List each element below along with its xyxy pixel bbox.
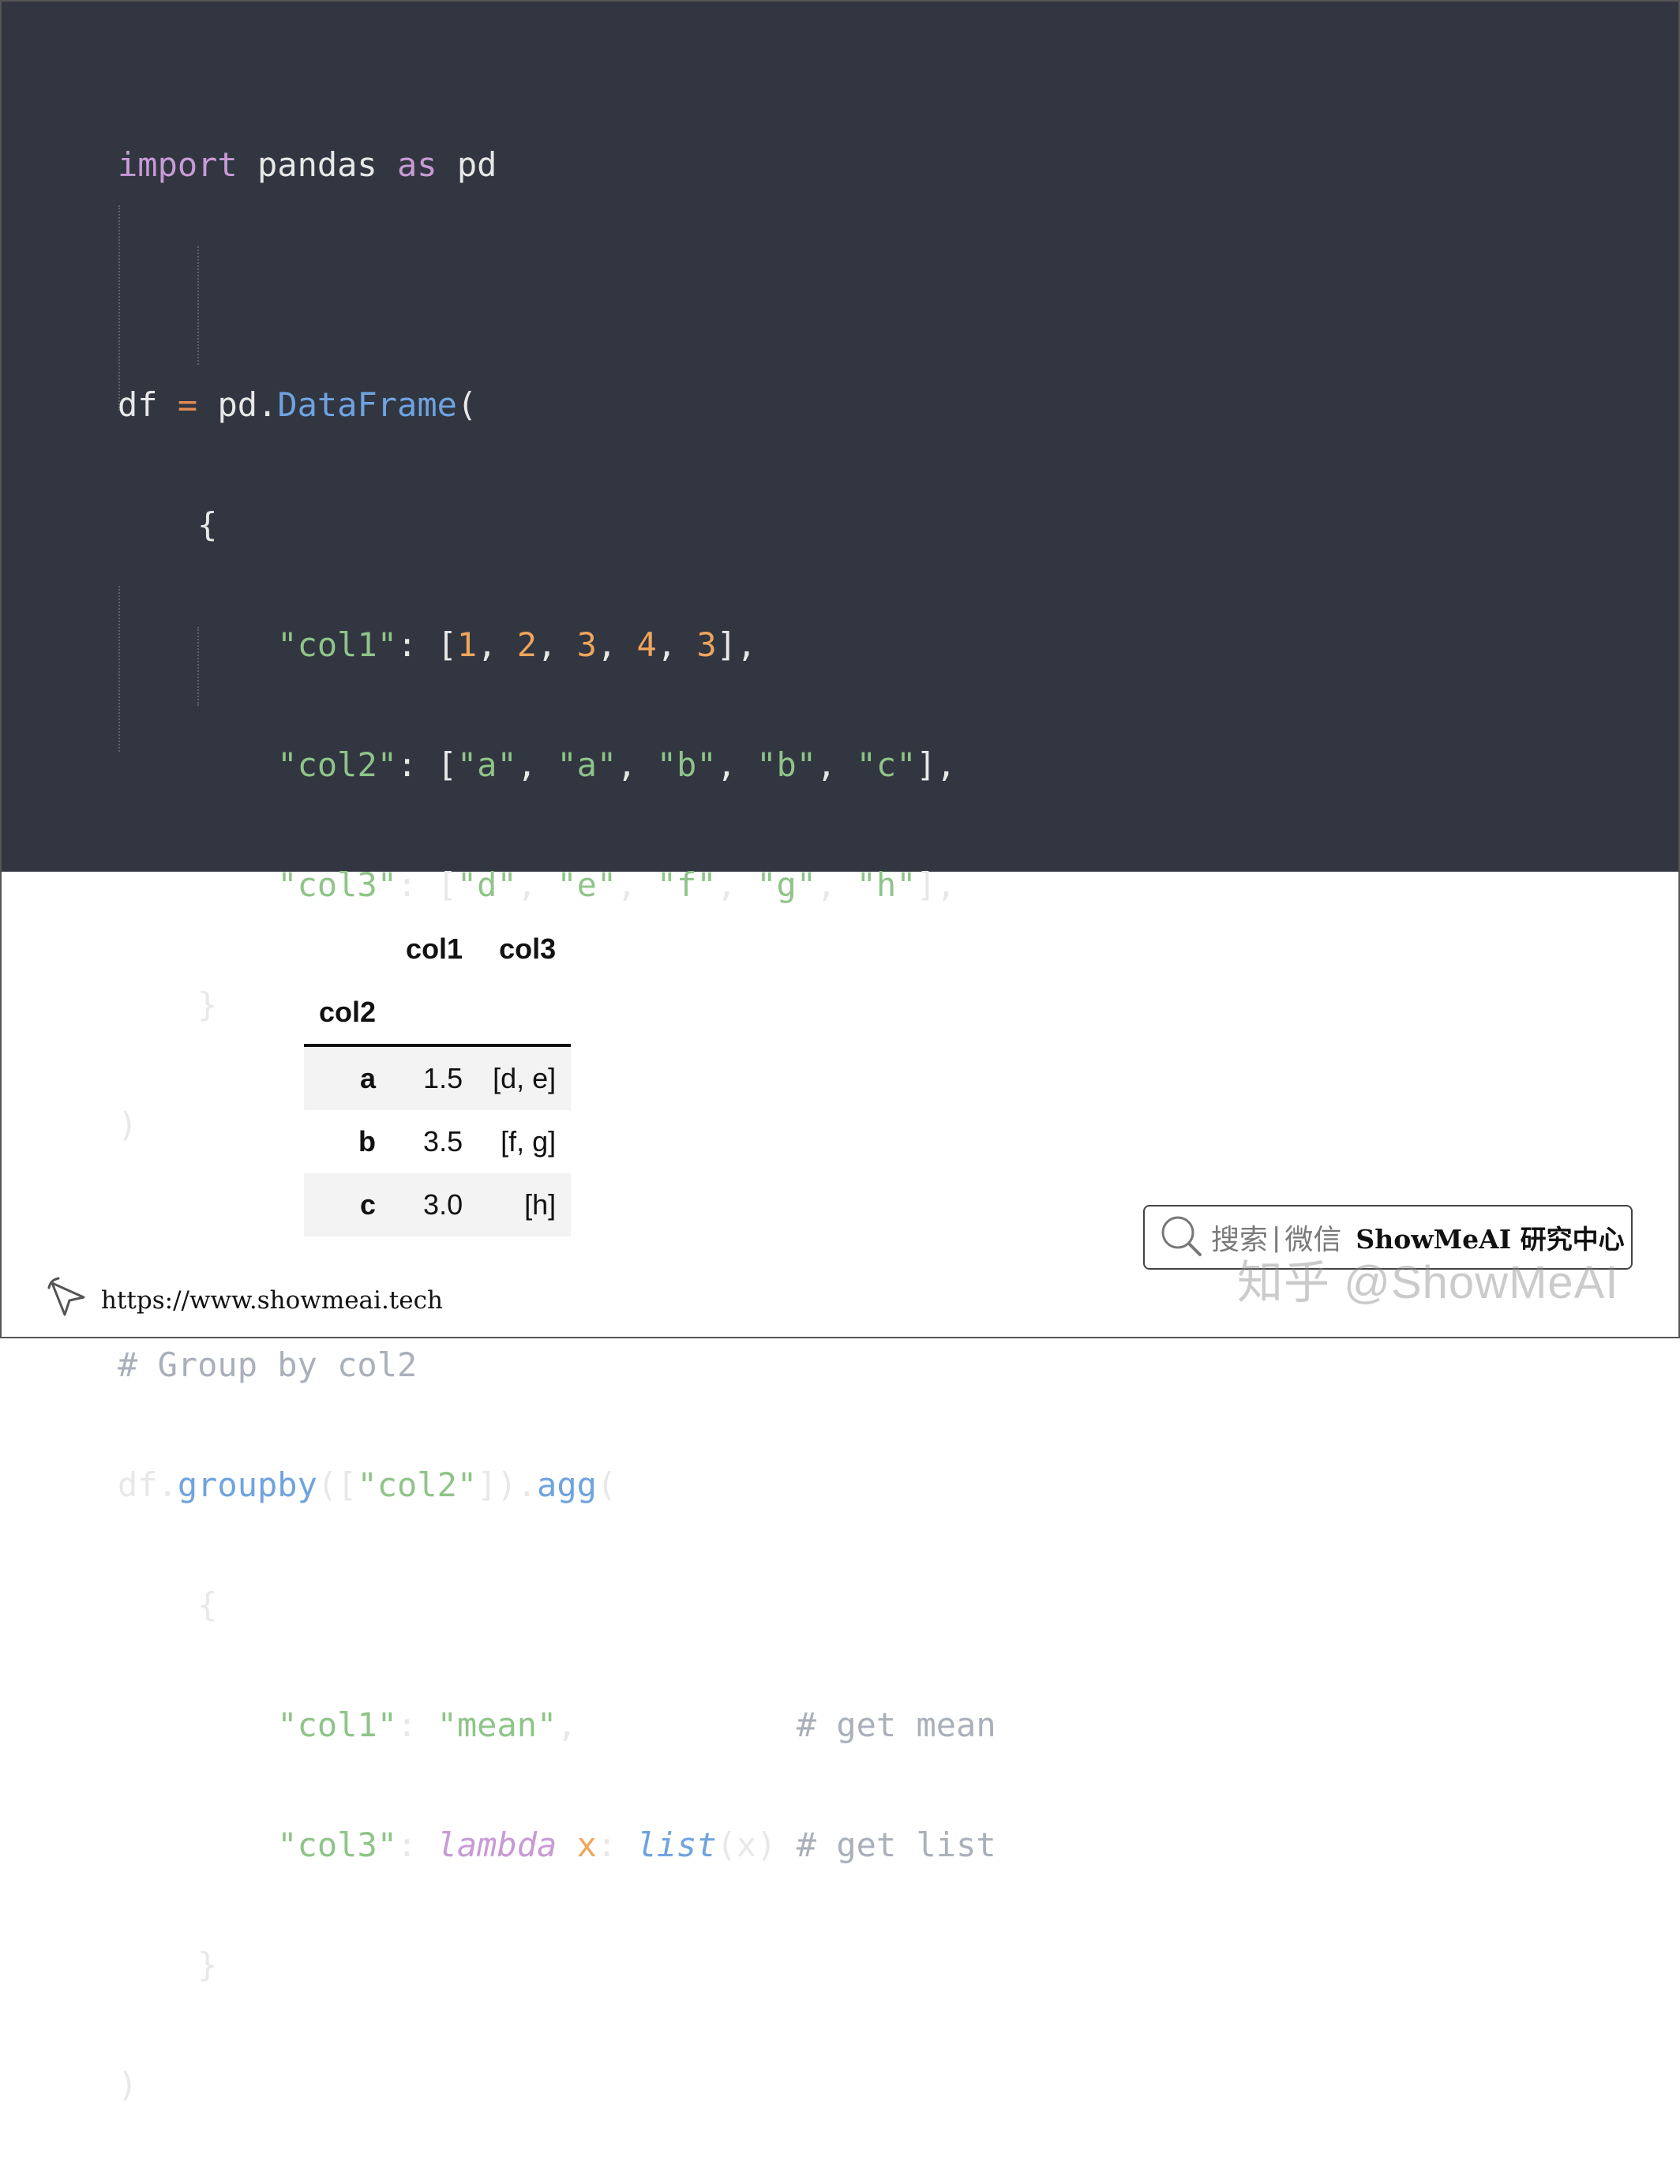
module-name: pandas — [237, 145, 398, 184]
code-line-16: } — [118, 1944, 996, 1987]
search-icon — [1159, 1214, 1203, 1262]
open-brace: { — [197, 1585, 218, 1624]
row-index: c — [360, 1188, 377, 1221]
code-line-17: ) — [118, 2064, 996, 2107]
keyword-as: as — [397, 145, 437, 184]
code-line-14: "col1": "mean", # get mean — [277, 1706, 996, 1744]
groupby-key: "col2" — [357, 1465, 478, 1504]
groupby-open: ([ — [317, 1465, 358, 1504]
index-name: col2 — [319, 996, 377, 1028]
code-line-7: "col3": ["d", "e", "f", "g", "h"], — [277, 865, 957, 904]
code-line-4: { — [118, 504, 996, 546]
agg-call: agg — [537, 1465, 597, 1504]
keyword-import: import — [118, 145, 238, 184]
table-row: b 3.5 [f, g] — [304, 1110, 571, 1173]
code-line-15: "col3": lambda x: list(x) # get list — [277, 1826, 996, 1864]
key-col1: "col1" — [277, 1706, 398, 1744]
key-col3: "col3" — [277, 865, 398, 904]
code-line-13: { — [118, 1584, 996, 1627]
close-paren: ) — [118, 1105, 138, 1144]
colon: : — [397, 1826, 437, 1864]
row-index: b — [358, 1125, 377, 1158]
index-name-blank — [478, 981, 571, 1045]
col2-value: "a" — [557, 745, 617, 784]
cell-col1: 3.5 — [423, 1125, 463, 1158]
col1-value: 3 — [696, 625, 717, 664]
code-line-11: # Group by col2 — [118, 1344, 996, 1387]
key-col3: "col3" — [277, 1826, 398, 1864]
assign-op: = — [177, 385, 198, 424]
key-col1: "col1" — [277, 625, 398, 664]
col3-value: "e" — [557, 865, 617, 904]
header-col1: col1 — [406, 933, 463, 965]
code-line-1: import pandas as pd — [118, 144, 996, 186]
col2-value: "b" — [756, 745, 817, 784]
open-paren: ( — [456, 385, 478, 424]
code-line-3: df = pd.DataFrame( — [118, 384, 996, 426]
col3-value: "d" — [456, 865, 517, 904]
col1-value: 3 — [576, 625, 597, 664]
close-paren: ) — [118, 2066, 138, 2104]
list-builtin: list — [636, 1826, 717, 1864]
code-line-12: df.groupby(["col2"]).agg( — [118, 1464, 996, 1507]
lambda-var: x — [576, 1826, 597, 1864]
colon: : — [397, 745, 437, 784]
agg-open: ( — [596, 1465, 617, 1504]
groupby-call: groupby — [177, 1465, 317, 1504]
cursor-pointer-icon — [47, 1277, 90, 1323]
cell-col3: [f, g] — [501, 1125, 557, 1158]
watermark: 知乎 @ShowMeAI — [1237, 1257, 1619, 1308]
pd-ref: pd. — [197, 385, 278, 424]
groupby-close: ]). — [477, 1465, 538, 1504]
cell-col1: 3.0 — [423, 1188, 463, 1221]
dataframe-call: DataFrame — [277, 385, 457, 424]
cell-col1: 1.5 — [423, 1062, 463, 1094]
table-header-row: col1 col3 — [304, 918, 571, 981]
table-row: c 3.0 [h] — [304, 1173, 572, 1236]
colon: : — [397, 625, 437, 664]
key-col2: "col2" — [277, 745, 398, 784]
keyword-lambda: lambda — [437, 1826, 557, 1864]
code-line-5: "col1": [1, 2, 3, 4, 3], — [277, 625, 757, 664]
close-brace: } — [197, 985, 218, 1024]
colon: : — [397, 865, 437, 904]
col1-value: 4 — [636, 625, 657, 664]
col2-value: "a" — [456, 745, 517, 784]
col3-value: "f" — [656, 865, 717, 904]
index-name-blank — [391, 981, 478, 1045]
alias-name: pd — [437, 145, 497, 184]
header-col3: col3 — [499, 933, 557, 965]
code-line-6: "col2": ["a", "a", "b", "b", "c"], — [277, 745, 957, 784]
table-row: a 1.5 [d, e] — [304, 1045, 572, 1110]
comment-list: # get list — [796, 1826, 996, 1864]
footer-url[interactable]: https://www.showmeai.tech — [101, 1286, 443, 1315]
col2-value: "b" — [656, 745, 717, 784]
colon: : — [397, 1706, 437, 1744]
footer-link[interactable]: https://www.showmeai.tech — [47, 1277, 443, 1323]
col3-value: "g" — [756, 865, 817, 904]
cell-col3: [d, e] — [493, 1062, 557, 1094]
df-var: df — [118, 385, 178, 424]
index-name-row: col2 — [304, 981, 572, 1045]
cell-col3: [h] — [524, 1188, 557, 1221]
col1-value: 1 — [456, 625, 478, 664]
close-brace: } — [197, 1946, 218, 1984]
comment-mean: # get mean — [796, 1706, 996, 1744]
col1-value: 2 — [516, 625, 538, 664]
header-blank — [304, 918, 391, 981]
col2-value: "c" — [856, 745, 917, 784]
agg-mean: "mean" — [437, 1706, 557, 1744]
code-panel: import pandas as pd df = pd.DataFrame( {… — [2, 2, 1678, 2104]
row-index: a — [360, 1062, 377, 1094]
list-arg: (x) — [716, 1826, 777, 1864]
result-table: col1 col3 col2 a 1.5 [d, e] b 3.5 [f, g]… — [304, 918, 572, 1236]
comment-group: # Group by col2 — [118, 1345, 418, 1384]
open-brace: { — [197, 505, 218, 544]
col3-value: "h" — [856, 865, 917, 904]
df-ref: df. — [118, 1465, 178, 1504]
